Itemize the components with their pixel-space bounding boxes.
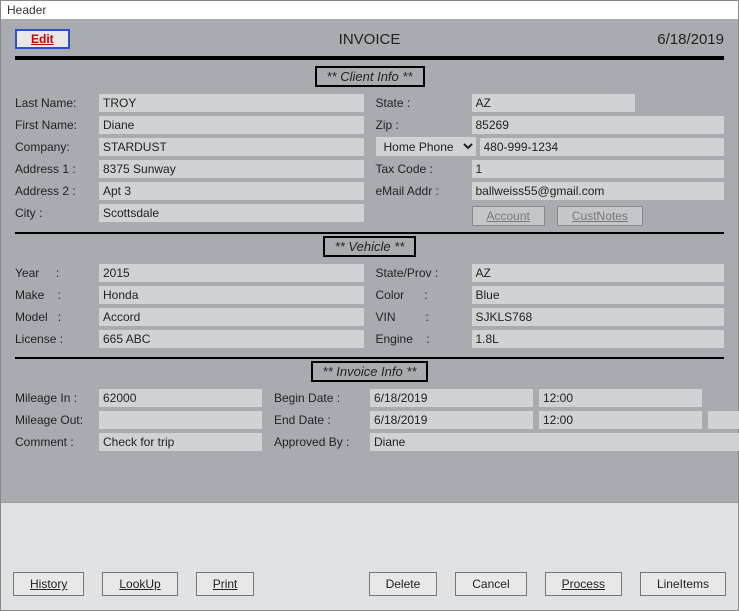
client-columns: Last Name: First Name: Company: Address … (15, 93, 724, 226)
email-input[interactable] (472, 182, 725, 200)
email-label: eMail Addr : (376, 184, 472, 198)
state-label: State : (376, 96, 472, 110)
page-title: INVOICE (339, 31, 401, 48)
delete-button[interactable]: Delete (369, 572, 438, 596)
top-row: Edit INVOICE 6/18/2019 (15, 26, 724, 52)
approved-label: Approved By : (274, 435, 370, 449)
last-name-input[interactable] (99, 94, 364, 112)
invoice-date: 6/18/2019 (657, 31, 724, 48)
address1-label: Address 1 : (15, 162, 99, 176)
color-input[interactable] (472, 286, 725, 304)
divider (15, 56, 724, 60)
phone-input[interactable] (480, 138, 725, 156)
city-input[interactable] (99, 204, 364, 222)
last-name-label: Last Name: (15, 96, 99, 110)
comment-input[interactable] (99, 433, 262, 451)
vehicle-right-col: State/Prov : Color : VIN : Engine : (376, 263, 725, 351)
first-name-label: First Name: (15, 118, 99, 132)
print-button[interactable]: Print (196, 572, 255, 596)
taxcode-label: Tax Code : (376, 162, 472, 176)
vehicle-columns: Year : Make : Model : License : State/Pr… (15, 263, 724, 351)
section-header-row: ** Invoice Info ** (15, 361, 724, 382)
client-right-col: State : Zip : Home Phone Tax Code : eMai… (376, 93, 725, 226)
invoice-right-col: Begin Date : End Date : Approved By : (274, 388, 739, 454)
vin-input[interactable] (472, 308, 725, 326)
vstate-input[interactable] (472, 264, 725, 282)
address2-input[interactable] (99, 182, 364, 200)
zip-label: Zip : (376, 118, 472, 132)
begin-date-label: Begin Date : (274, 391, 370, 405)
license-label: License : (15, 332, 99, 346)
make-label: Make : (15, 288, 99, 302)
vehicle-header: ** Vehicle ** (323, 236, 417, 257)
footer-buttons: History LookUp Print Delete Cancel Proce… (1, 502, 738, 610)
engine-input[interactable] (472, 330, 725, 348)
cancel-button[interactable]: Cancel (455, 572, 526, 596)
vstate-label: State/Prov : (376, 266, 472, 280)
process-button[interactable]: Process (545, 572, 622, 596)
model-input[interactable] (99, 308, 364, 326)
history-button[interactable]: History (13, 572, 84, 596)
client-info-header: ** Client Info ** (315, 66, 425, 87)
phone-type-select[interactable]: Home Phone (376, 137, 476, 156)
year-label: Year : (15, 266, 99, 280)
year-input[interactable] (99, 264, 364, 282)
vin-label: VIN : (376, 310, 472, 324)
comment-label: Comment : (15, 435, 99, 449)
section-header-row: ** Vehicle ** (15, 236, 724, 257)
mileage-in-label: Mileage In : (15, 391, 99, 405)
account-button[interactable]: Account (472, 206, 545, 226)
lineitems-button[interactable]: LineItems (640, 572, 726, 596)
zip-input[interactable] (472, 116, 725, 134)
engine-label: Engine : (376, 332, 472, 346)
company-input[interactable] (99, 138, 364, 156)
custnotes-button[interactable]: CustNotes (557, 206, 643, 226)
first-name-input[interactable] (99, 116, 364, 134)
end-date-label: End Date : (274, 413, 370, 427)
city-label: City : (15, 206, 99, 220)
state-input[interactable] (472, 94, 635, 112)
window-title: Header (1, 1, 738, 20)
begin-time-input[interactable] (539, 389, 702, 407)
end-time-input[interactable] (539, 411, 702, 429)
invoice-columns: Mileage In : Mileage Out: Comment : Begi… (15, 388, 724, 454)
taxcode-input[interactable] (472, 160, 725, 178)
lookup-button[interactable]: LookUp (102, 572, 177, 596)
color-label: Color : (376, 288, 472, 302)
edit-button[interactable]: Edit (15, 29, 70, 49)
address2-label: Address 2 : (15, 184, 99, 198)
address1-input[interactable] (99, 160, 364, 178)
end-extra-input[interactable] (708, 411, 739, 429)
mileage-out-label: Mileage Out: (15, 413, 99, 427)
invoice-window: Header Edit INVOICE 6/18/2019 ** Client … (0, 0, 739, 611)
begin-date-input[interactable] (370, 389, 533, 407)
model-label: Model : (15, 310, 99, 324)
client-left-col: Last Name: First Name: Company: Address … (15, 93, 364, 226)
approved-by-input[interactable] (370, 433, 739, 451)
client-buttons: Account CustNotes (472, 206, 725, 226)
divider (15, 232, 724, 234)
form-area: Edit INVOICE 6/18/2019 ** Client Info **… (1, 20, 738, 502)
end-date-input[interactable] (370, 411, 533, 429)
license-input[interactable] (99, 330, 364, 348)
company-label: Company: (15, 140, 99, 154)
section-header-row: ** Client Info ** (15, 66, 724, 87)
invoice-left-col: Mileage In : Mileage Out: Comment : (15, 388, 262, 454)
invoice-info-header: ** Invoice Info ** (311, 361, 429, 382)
mileage-in-input[interactable] (99, 389, 262, 407)
vehicle-left-col: Year : Make : Model : License : (15, 263, 364, 351)
mileage-out-input[interactable] (99, 411, 262, 429)
make-input[interactable] (99, 286, 364, 304)
divider (15, 357, 724, 359)
